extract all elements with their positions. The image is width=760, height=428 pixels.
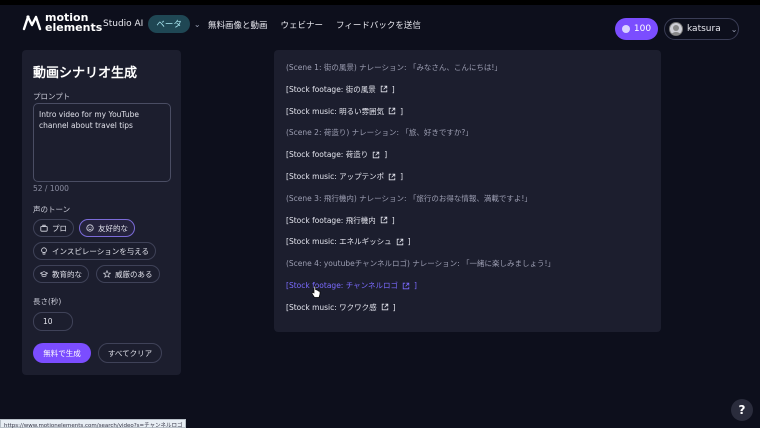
- chevron-down-icon: ⌄: [193, 19, 201, 29]
- tone-label: 声のトーン: [33, 205, 71, 214]
- external-link-icon[interactable]: [398, 282, 410, 290]
- avatar: [669, 22, 683, 36]
- logo-line2: elements: [45, 21, 103, 34]
- tone-chip-authoritative[interactable]: 威厳のある: [96, 265, 160, 283]
- graduation-cap-icon: [40, 271, 48, 277]
- stock-link-text[interactable]: Stock music: 明るい雰囲気: [289, 106, 384, 117]
- external-link-icon[interactable]: [384, 173, 396, 181]
- external-link-icon[interactable]: [376, 216, 388, 224]
- scene-narration-line: (Scene 4: youtubeチャンネルロゴ) ナレーション: 「一緒に楽し…: [286, 258, 555, 269]
- tone-chip-educational[interactable]: 教育的な: [33, 265, 89, 283]
- stock-link-line[interactable]: [Stock footage: 飛行機内]: [286, 215, 395, 226]
- lightbulb-icon: [41, 247, 47, 255]
- tone-chip-friendly[interactable]: 友好的な: [79, 219, 135, 237]
- scene-text: (Scene 3: 飛行機内) ナレーション: 「旅行のお得な情報、満載ですよ!…: [286, 193, 532, 203]
- tone-chip-pro[interactable]: プロ: [33, 219, 74, 237]
- stock-link-line[interactable]: [Stock music: 明るい雰囲気]: [286, 106, 403, 117]
- credits-button[interactable]: 100: [615, 18, 658, 40]
- logo-text: motion elements: [45, 12, 103, 34]
- bracket-close: ]: [384, 150, 388, 160]
- tone-chip-label: プロ: [52, 223, 67, 233]
- tone-chip-label: 友好的な: [98, 223, 128, 233]
- nav-link-webinar[interactable]: ウェビナー: [281, 19, 324, 31]
- prompt-label: プロンプト: [33, 92, 71, 101]
- bracket-close: ]: [400, 172, 404, 181]
- stock-link-line[interactable]: [Stock music: エネルギッシュ]: [286, 236, 411, 247]
- scene-narration-line: (Scene 3: 飛行機内) ナレーション: 「旅行のお得な情報、満載ですよ!…: [286, 193, 532, 204]
- stock-link-text[interactable]: Stock music: エネルギッシュ: [289, 236, 392, 247]
- stock-link-text[interactable]: Stock footage: 街の風景: [289, 84, 376, 95]
- external-link-icon[interactable]: [376, 85, 388, 93]
- coin-icon: [621, 25, 630, 33]
- smile-icon: [86, 224, 94, 232]
- status-url: https://www.motionelements.com/search/vi…: [0, 419, 187, 428]
- app-root: motion elements Studio AI ベータ ⌄ 無料画像と動画 …: [0, 0, 760, 428]
- stock-link-line[interactable]: [Stock music: ワクワク感]: [286, 302, 396, 313]
- bracket-close: ]: [407, 237, 411, 247]
- tone-chip-label: 威厳のある: [115, 269, 153, 279]
- tone-chip-label: 教育的な: [52, 269, 82, 279]
- help-button[interactable]: ?: [731, 399, 753, 421]
- bracket-close: ]: [391, 215, 395, 225]
- stock-link-line[interactable]: [Stock footage: 荷造り]: [286, 149, 387, 160]
- header: motion elements Studio AI ベータ ⌄ 無料画像と動画 …: [0, 5, 760, 43]
- mouse-pointer-icon: [311, 285, 321, 298]
- bracket-close: ]: [400, 106, 404, 116]
- chevron-down-icon: ⌄: [730, 24, 738, 34]
- external-link-icon[interactable]: [392, 238, 404, 246]
- scenario-form: 動画シナリオ生成 プロンプト 52 / 1000 声のトーン プロ 友好的な イ…: [22, 50, 181, 375]
- char-counter: 52 / 1000: [33, 184, 69, 193]
- scene-text: (Scene 1: 街の風景) ナレーション: 「みなさん、こんにちは!」: [286, 63, 502, 72]
- scene-narration-line: (Scene 1: 街の風景) ナレーション: 「みなさん、こんにちは!」: [286, 62, 502, 73]
- beta-badge: ベータ: [148, 15, 190, 33]
- page-title: 動画シナリオ生成: [33, 66, 138, 81]
- logo-icon: [22, 15, 42, 31]
- external-link-icon[interactable]: [368, 151, 380, 159]
- bracket-close: ]: [391, 84, 395, 94]
- stock-link-text[interactable]: Stock music: アップテンポ: [289, 171, 384, 182]
- nav-link-feedback[interactable]: フィードバックを送信: [336, 19, 421, 31]
- nav-link-free-media[interactable]: 無料画像と動画: [208, 19, 268, 31]
- stock-link-text[interactable]: Stock music: ワクワク感: [289, 302, 377, 313]
- username: katsura: [687, 24, 721, 34]
- bracket-close: ]: [414, 281, 417, 290]
- scene-narration-line: (Scene 2: 荷造り) ナレーション: 「旅、好きですか?」: [286, 127, 473, 138]
- user-menu[interactable]: katsura ⌄: [664, 18, 739, 40]
- generate-button[interactable]: 無料で生成: [33, 343, 91, 363]
- tone-chip-label: インスピレーションを与える: [52, 246, 149, 256]
- stock-link-line[interactable]: [Stock music: アップテンポ]: [286, 171, 403, 182]
- external-link-icon[interactable]: [384, 107, 396, 115]
- prompt-input[interactable]: [33, 103, 171, 182]
- scene-text: (Scene 4: youtubeチャンネルロゴ) ナレーション: 「一緒に楽し…: [286, 259, 556, 269]
- stock-link-line[interactable]: [Stock footage: 街の風景]: [286, 84, 395, 95]
- external-link-icon[interactable]: [377, 303, 389, 311]
- scenario-output: (Scene 1: 街の風景) ナレーション: 「みなさん、こんにちは!」 [St…: [274, 50, 661, 332]
- stock-link-text[interactable]: Stock footage: 飛行機内: [289, 215, 376, 226]
- length-input[interactable]: 10: [33, 312, 73, 331]
- bracket-close: ]: [392, 302, 396, 312]
- stock-link-text[interactable]: Stock footage: 荷造り: [289, 149, 368, 160]
- studio-label: Studio AI: [103, 19, 144, 29]
- logo[interactable]: motion elements: [22, 12, 103, 34]
- tone-chip-inspirational[interactable]: インスピレーションを与える: [33, 242, 156, 260]
- studio-menu[interactable]: Studio AI ベータ ⌄: [103, 15, 201, 33]
- nav-links: 無料画像と動画 ウェビナー フィードバックを送信: [208, 19, 434, 31]
- stock-link-text[interactable]: Stock footage: チャンネルロゴ: [289, 280, 398, 291]
- scene-text: (Scene 2: 荷造り) ナレーション: 「旅、好きですか?」: [286, 128, 473, 138]
- clear-all-button[interactable]: すべてクリア: [98, 343, 162, 363]
- credits-count: 100: [633, 24, 652, 34]
- stock-link-line[interactable]: [Stock footage: チャンネルロゴ]: [286, 280, 417, 291]
- briefcase-icon: [40, 224, 48, 232]
- star-icon: [103, 270, 111, 278]
- length-label: 長さ(秒): [33, 297, 62, 306]
